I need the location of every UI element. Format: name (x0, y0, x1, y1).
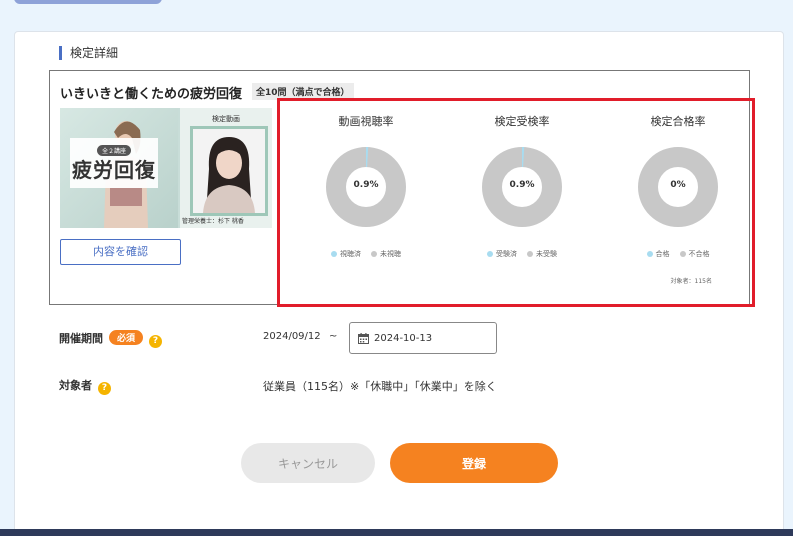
target-label-row: 対象者? (59, 377, 111, 395)
legend-not: 未視聴 (380, 250, 401, 258)
legend-dot-not (527, 251, 533, 257)
banner-subtitle: 全２講座 (96, 145, 131, 156)
instructor-photo-frame (190, 126, 268, 216)
legend-dot-not (371, 251, 377, 257)
end-date-value: 2024-10-13 (374, 333, 433, 344)
chart-legend: 合格 不合格 (600, 249, 756, 259)
required-badge: 必須 (109, 330, 144, 345)
stat-exam-take-rate: 検定受検率 0.9% 受験済 未受験 (444, 101, 600, 271)
help-icon[interactable]: ? (149, 335, 163, 348)
stats-panel: 動画視聴率 0.9% 視聴済 未視聴 検定受検率 0.9% 受験済 未受験 検定合格… (277, 98, 755, 307)
legend-done: 合格 (655, 250, 670, 258)
legend-done: 視聴済 (340, 250, 361, 258)
instructor-caption: 管理栄養士：杉下 桃香 (182, 218, 244, 225)
course-thumbnail: 全２講座 疲労回復 検定動画 管理栄養士：杉下 桃香 (60, 108, 272, 228)
percent-label: 0% (670, 180, 686, 190)
legend-done: 受験済 (496, 250, 517, 258)
legend-not: 未受験 (536, 250, 557, 258)
legend-dot-done (487, 251, 493, 257)
help-icon[interactable]: ? (98, 382, 111, 395)
chart-legend: 受験済 未受験 (444, 249, 600, 259)
footer-bar (0, 529, 793, 536)
stat-exam-pass-rate: 検定合格率 0% 合格 不合格 (600, 101, 756, 271)
target-label: 対象者 (59, 379, 92, 392)
stat-title: 動画視聴率 (338, 115, 394, 128)
view-content-button[interactable]: 内容を確認 (60, 239, 181, 265)
target-value: 従業員（115名）※「休職中」「休業中」を除く (263, 380, 497, 393)
percent-label: 0.9% (353, 180, 379, 190)
calendar-icon (358, 333, 369, 344)
thumbnail-banner: 全２講座 疲労回復 (70, 138, 158, 188)
legend-dot-not (679, 251, 686, 257)
target-count-note: 対象者：115名 (670, 278, 712, 285)
thumbnail-hero: 全２講座 疲労回復 (60, 108, 178, 228)
banner-title: 疲労回復 (72, 158, 156, 182)
period-label-row: 開催期間 必須? (59, 330, 163, 348)
course-title: いきいきと働くための疲労回復 (60, 87, 243, 102)
video-label: 検定動画 (212, 115, 240, 123)
legend-dot-done (646, 251, 653, 257)
section-title: 検定詳細 (59, 46, 118, 60)
cancel-button[interactable]: キャンセル (241, 443, 375, 483)
percent-label: 0.9% (509, 180, 535, 190)
period-label: 開催期間 (59, 332, 103, 345)
date-range-separator: ~ (329, 331, 338, 342)
stat-video-view-rate: 動画視聴率 0.9% 視聴済 未視聴 (288, 101, 444, 271)
stat-title: 検定合格率 (650, 115, 706, 128)
thumbnail-video-panel: 検定動画 管理栄養士：杉下 桃香 (180, 108, 272, 228)
register-button[interactable]: 登録 (390, 443, 558, 483)
legend-dot-done (331, 251, 337, 257)
legend-not: 不合格 (688, 250, 710, 258)
detail-card: 検定詳細 いきいきと働くための疲労回復 全10問（満点で合格） 全２講座 疲労回… (14, 31, 784, 536)
start-date: 2024/09/12 (263, 331, 321, 342)
chart-legend: 視聴済 未視聴 (288, 249, 444, 259)
stat-title: 検定受検率 (494, 115, 550, 128)
instructor-photo (193, 129, 265, 213)
end-date-input[interactable]: 2024-10-13 (349, 322, 497, 354)
top-tab[interactable] (14, 0, 162, 4)
